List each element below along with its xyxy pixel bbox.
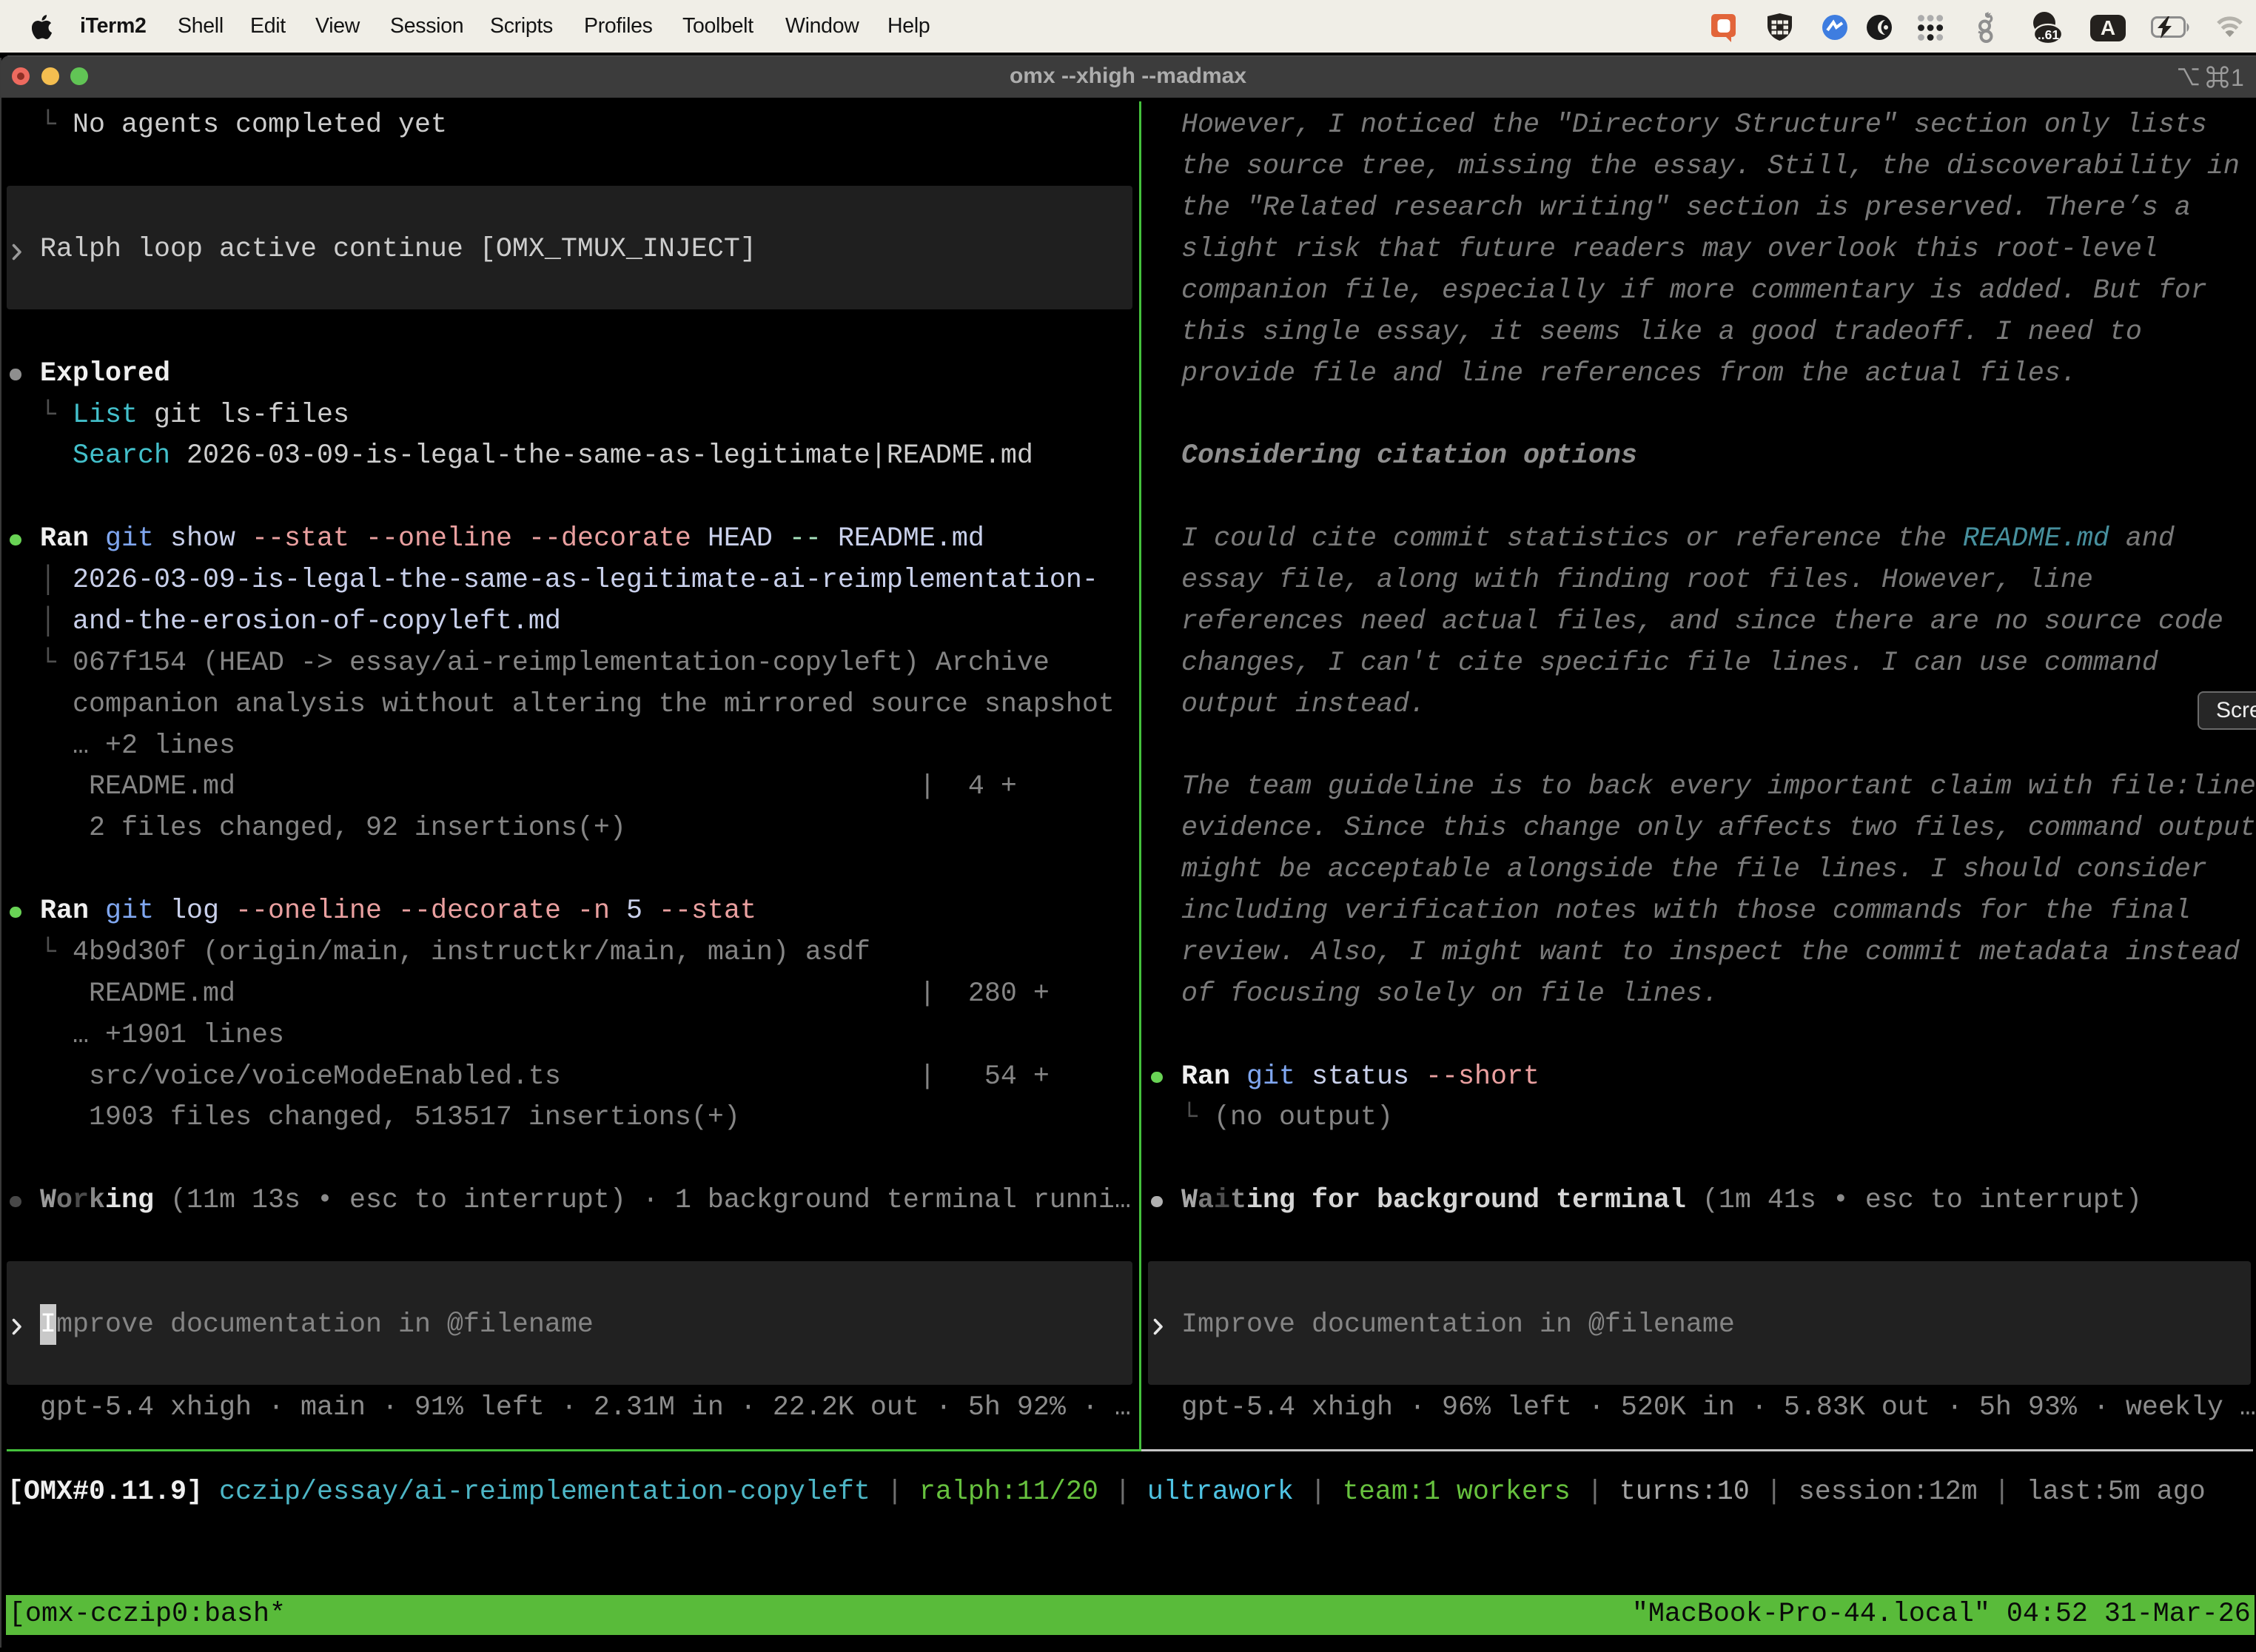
svg-text:..61: ..61 [2038,27,2059,42]
